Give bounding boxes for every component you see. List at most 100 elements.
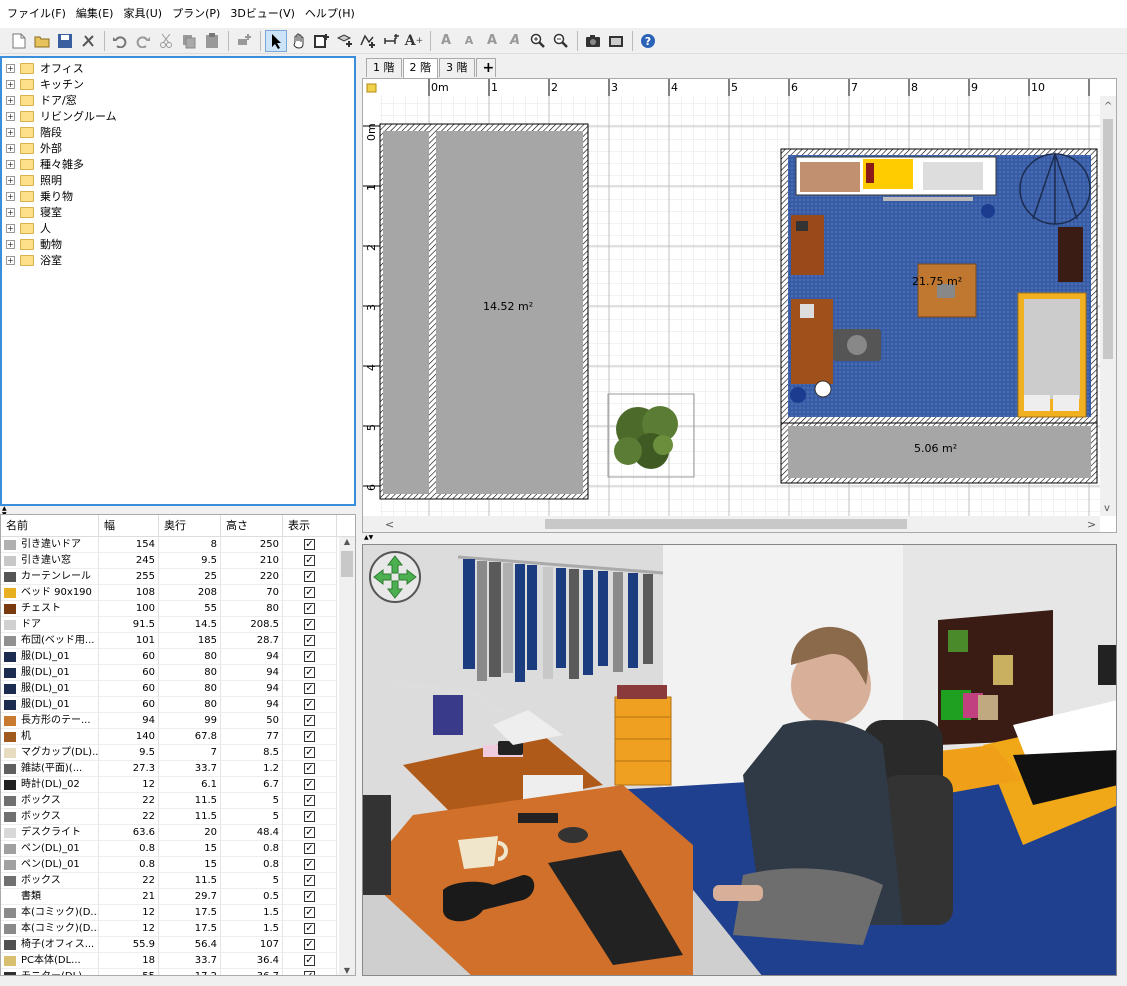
expand-icon[interactable]: + (6, 175, 15, 185)
add-furniture-icon[interactable] (233, 30, 255, 52)
italic-icon[interactable]: A (504, 30, 526, 52)
catalog-category-living-room[interactable]: + リビングルーム (2, 108, 354, 124)
bold-icon[interactable]: A (481, 30, 503, 52)
table-row[interactable]: futon-icon 布団(ベッド用... 10118528.7 ✓ (1, 633, 355, 649)
expand-icon[interactable]: + (6, 111, 15, 121)
scroll-down-icon[interactable]: ▼ (339, 966, 355, 975)
table-row[interactable]: box-icon ボックス 2211.55 ✓ (1, 809, 355, 825)
visible-checkbox[interactable]: ✓ (304, 667, 315, 678)
cut-icon[interactable] (155, 30, 177, 52)
catalog-category-lighting[interactable]: + 照明 (2, 172, 354, 188)
catalog-category-vehicles[interactable]: + 乗り物 (2, 188, 354, 204)
menu-3dview[interactable]: 3Dビュー(V) (225, 0, 300, 28)
visible-checkbox[interactable]: ✓ (304, 891, 315, 902)
catalog-category-misc[interactable]: + 種々雑多 (2, 156, 354, 172)
visible-checkbox[interactable]: ✓ (304, 603, 315, 614)
add-text-icon[interactable]: A + (403, 30, 425, 52)
copy-icon[interactable] (178, 30, 200, 52)
new-file-icon[interactable] (8, 30, 30, 52)
table-row[interactable]: bed-icon ベッド 90x190 10820870 ✓ (1, 585, 355, 601)
table-row[interactable]: pen-icon ペン(DL)_01 0.8150.8 ✓ (1, 857, 355, 873)
visible-checkbox[interactable]: ✓ (304, 699, 315, 710)
table-row[interactable]: pc-icon PC本体(DL... 1833.736.4 ✓ (1, 953, 355, 969)
column-header-visible[interactable]: 表示 (283, 515, 337, 537)
visible-checkbox[interactable]: ✓ (304, 619, 315, 630)
table-row[interactable]: clock-icon 時計(DL)_02 126.16.7 ✓ (1, 777, 355, 793)
expand-icon[interactable]: + (6, 63, 15, 73)
visible-checkbox[interactable]: ✓ (304, 859, 315, 870)
visible-checkbox[interactable]: ✓ (304, 795, 315, 806)
menu-edit[interactable]: 編集(E) (71, 0, 119, 28)
menu-file[interactable]: ファイル(F) (2, 0, 71, 28)
select-arrow-icon[interactable] (265, 29, 287, 52)
create-walls-icon[interactable] (311, 30, 333, 52)
column-header-width[interactable]: 幅 (99, 515, 159, 537)
visible-checkbox[interactable]: ✓ (304, 715, 315, 726)
text-style-icon[interactable]: A (458, 30, 480, 52)
tab-level-2[interactable]: 2 階 (402, 58, 438, 78)
expand-icon[interactable]: + (6, 159, 15, 169)
visible-checkbox[interactable]: ✓ (304, 811, 315, 822)
table-scrollbar[interactable]: ▲ ▼ (339, 537, 355, 975)
visible-checkbox[interactable]: ✓ (304, 923, 315, 934)
plan-canvas[interactable]: 0m 1 2 3 4 5 6 7 8 9 10 0m 1 2 3 4 5 6 1… (362, 78, 1117, 533)
column-header-depth[interactable]: 奥行 (159, 515, 221, 537)
visible-checkbox[interactable]: ✓ (304, 539, 315, 550)
expand-icon[interactable]: + (6, 239, 15, 249)
create-polylines-icon[interactable] (357, 30, 379, 52)
visible-checkbox[interactable]: ✓ (304, 827, 315, 838)
expand-icon[interactable]: + (6, 127, 15, 137)
table-row[interactable]: magazine-icon 雑誌(平面)(... 27.333.71.2 ✓ (1, 761, 355, 777)
catalog-category-bedroom[interactable]: + 寝室 (2, 204, 354, 220)
redo-icon[interactable] (132, 30, 154, 52)
preferences-icon[interactable] (77, 30, 99, 52)
plan-vscroll-thumb[interactable] (1103, 119, 1113, 359)
column-header-height[interactable]: 高さ (221, 515, 283, 537)
visible-checkbox[interactable]: ✓ (304, 635, 315, 646)
table-row[interactable]: chair-icon 椅子(オフィス... 55.956.4107 ✓ (1, 937, 355, 953)
zoom-in-icon[interactable] (527, 30, 549, 52)
table-row[interactable]: table-icon 長方形のテー... 949950 ✓ (1, 713, 355, 729)
navigation-arrows-icon[interactable] (369, 551, 421, 603)
expand-icon[interactable]: + (6, 143, 15, 153)
table-row[interactable]: window-icon 引き違い窓 2459.5210 ✓ (1, 553, 355, 569)
catalog-category-exterior[interactable]: + 外部 (2, 140, 354, 156)
table-row[interactable]: clothes-icon 服(DL)_01 608094 ✓ (1, 665, 355, 681)
menu-furniture[interactable]: 家具(U) (118, 0, 167, 28)
table-row[interactable]: clothes-icon 服(DL)_01 608094 ✓ (1, 697, 355, 713)
3d-view[interactable] (362, 544, 1117, 976)
left-pane-splitter[interactable]: ▲▼ (0, 506, 358, 518)
table-row[interactable]: book-icon 本(コミック)(D...1217.51.5 ✓ (1, 921, 355, 937)
table-row[interactable]: lamp-icon デスクライト 63.62048.4 ✓ (1, 825, 355, 841)
create-dimensions-icon[interactable] (380, 30, 402, 52)
catalog-category-people[interactable]: + 人 (2, 220, 354, 236)
tab-level-1[interactable]: 1 階 (366, 58, 402, 77)
visible-checkbox[interactable]: ✓ (304, 907, 315, 918)
visible-checkbox[interactable]: ✓ (304, 875, 315, 886)
video-icon[interactable] (605, 30, 627, 52)
table-row[interactable]: chest-icon チェスト 1005580 ✓ (1, 601, 355, 617)
menu-plan[interactable]: プラン(P) (167, 0, 225, 28)
expand-icon[interactable]: + (6, 207, 15, 217)
catalog-category-animals[interactable]: + 動物 (2, 236, 354, 252)
plan-hscroll-thumb[interactable] (545, 519, 907, 529)
help-icon[interactable]: ? (637, 30, 659, 52)
save-icon[interactable] (54, 30, 76, 52)
table-row[interactable]: door-icon 引き違いドア 1548250 ✓ (1, 537, 355, 553)
expand-icon[interactable]: + (6, 223, 15, 233)
visible-checkbox[interactable]: ✓ (304, 971, 315, 975)
zoom-out-icon[interactable] (550, 30, 572, 52)
table-row[interactable]: clothes-icon 服(DL)_01 608094 ✓ (1, 681, 355, 697)
catalog-category-bathroom[interactable]: + 浴室 (2, 252, 354, 268)
table-row[interactable]: mug-icon マグカップ(DL)...9.578.5 ✓ (1, 745, 355, 761)
table-row[interactable]: book-icon 本(コミック)(D...1217.51.5 ✓ (1, 905, 355, 921)
undo-icon[interactable] (109, 30, 131, 52)
photo-icon[interactable] (582, 30, 604, 52)
paste-icon[interactable] (201, 30, 223, 52)
catalog-category-kitchen[interactable]: + キッチン (2, 76, 354, 92)
scroll-up-icon[interactable]: ▲ (339, 537, 355, 546)
visible-checkbox[interactable]: ✓ (304, 763, 315, 774)
tab-level-3[interactable]: 3 階 (439, 58, 475, 77)
expand-icon[interactable]: + (6, 191, 15, 201)
table-row[interactable]: papers-icon 書類 2129.70.5 ✓ (1, 889, 355, 905)
